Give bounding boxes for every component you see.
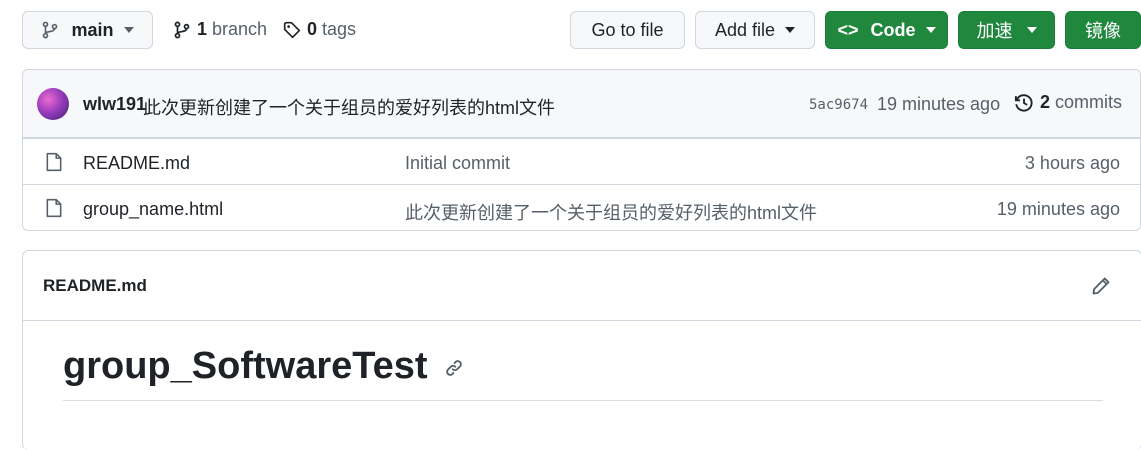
code-icon: <> xyxy=(837,19,859,40)
readme-header: README.md xyxy=(23,251,1141,321)
commits-label: commits xyxy=(1055,92,1123,112)
link-icon[interactable] xyxy=(444,358,464,378)
accelerate-button[interactable]: 加速 xyxy=(958,11,1055,49)
commit-sha[interactable]: 5ac9674 xyxy=(809,97,868,113)
pencil-icon[interactable] xyxy=(1091,276,1111,296)
avatar[interactable] xyxy=(37,88,69,120)
file-commit-message[interactable]: 此次更新创建了一个关于组员的爱好列表的html文件 xyxy=(405,199,817,225)
latest-commit-bar: wlw191 此次更新创建了一个关于组员的爱好列表的html文件 5ac9674… xyxy=(23,70,1140,138)
chevron-down-icon xyxy=(1026,27,1037,33)
file-row[interactable]: group_name.html 此次更新创建了一个关于组员的爱好列表的html文… xyxy=(23,184,1140,230)
file-commit-message[interactable]: Initial commit xyxy=(405,153,510,174)
commits-link[interactable]: 2 commits xyxy=(1014,92,1122,113)
code-label: Code xyxy=(870,19,916,40)
chevron-down-icon xyxy=(123,27,134,33)
readme-filename: README.md xyxy=(43,276,147,295)
git-branch-icon xyxy=(174,21,190,38)
file-commit-time: 3 hours ago xyxy=(1024,153,1120,173)
branch-select-button[interactable]: main xyxy=(22,11,153,49)
chevron-down-icon xyxy=(925,27,936,33)
branch-count: 1 xyxy=(197,19,208,39)
code-button[interactable]: <> Code xyxy=(825,11,948,49)
repo-toolbar: main 1 branch 0 tags Go to file Add file… xyxy=(0,0,1141,60)
heading-divider xyxy=(63,400,1103,401)
commit-time: 19 minutes ago xyxy=(877,94,1001,114)
file-browser: wlw191 此次更新创建了一个关于组员的爱好列表的html文件 5ac9674… xyxy=(22,69,1141,231)
mirror-label: 镜像 xyxy=(1085,21,1121,41)
go-to-file-button[interactable]: Go to file xyxy=(570,11,685,49)
file-name[interactable]: README.md xyxy=(83,153,190,174)
commit-author[interactable]: wlw191 xyxy=(83,94,146,115)
tags-link[interactable]: 0 tags xyxy=(283,19,356,40)
file-icon xyxy=(46,198,62,218)
branch-name: main xyxy=(71,19,114,40)
file-row[interactable]: README.md Initial commit 3 hours ago xyxy=(23,138,1140,184)
add-file-button[interactable]: Add file xyxy=(695,11,815,49)
tag-label: tags xyxy=(322,19,357,39)
readme-heading: group_SoftwareTest xyxy=(63,345,464,388)
mirror-button[interactable]: 镜像 xyxy=(1065,11,1141,49)
file-icon xyxy=(46,152,62,172)
file-commit-time: 19 minutes ago xyxy=(996,199,1120,219)
branch-label: branch xyxy=(212,19,268,39)
tag-count: 0 xyxy=(307,19,318,39)
readme-heading-text: group_SoftwareTest xyxy=(63,345,428,387)
chevron-down-icon xyxy=(785,27,796,33)
readme-panel: README.md group_SoftwareTest xyxy=(22,250,1141,450)
branches-link[interactable]: 1 branch xyxy=(173,19,267,40)
accelerate-label: 加速 xyxy=(976,21,1013,41)
commit-count: 2 xyxy=(1040,92,1051,112)
add-file-label: Add file xyxy=(714,19,776,40)
history-icon xyxy=(1014,93,1033,112)
git-branch-icon xyxy=(43,21,58,39)
tag-icon xyxy=(283,21,301,38)
go-to-file-label: Go to file xyxy=(591,19,664,40)
file-name[interactable]: group_name.html xyxy=(83,199,223,220)
commit-message[interactable]: 此次更新创建了一个关于组员的爱好列表的html文件 xyxy=(143,94,555,120)
